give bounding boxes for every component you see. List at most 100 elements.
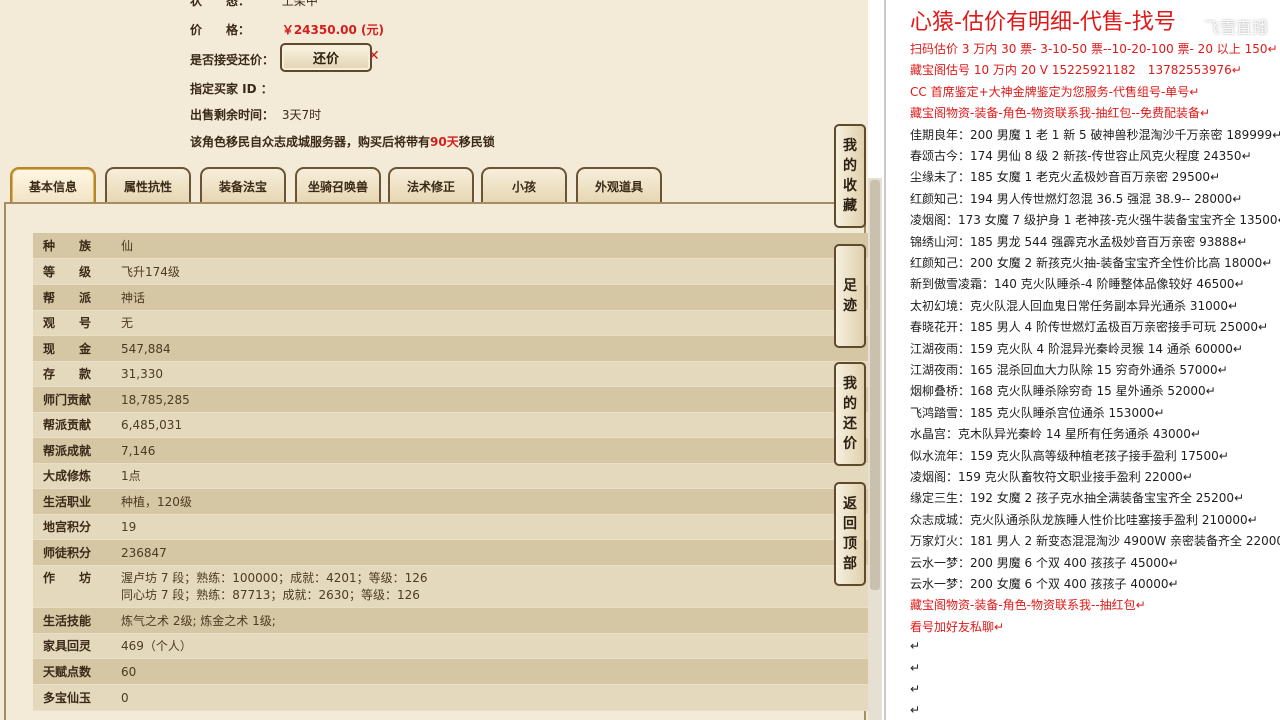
tab-children[interactable]: 小孩 (481, 167, 567, 203)
attr-row-cash: 现 金 547,884 (33, 336, 868, 362)
attr-key: 观 号 (43, 316, 92, 330)
notes-line: 锦绣山河：185 男龙 544 强霹克水孟极妙音百万亲密 93888↵ (910, 234, 1248, 249)
attr-value: 236847 (121, 546, 167, 560)
attr-value: 547,884 (121, 342, 171, 356)
attr-row-cultivation: 大成修炼 1点 (33, 464, 868, 489)
attr-key: 大成修炼 (43, 469, 92, 483)
status-label: 状 态： (190, 0, 251, 8)
notes-line: 尘缘未了：185 女魔 1 老克火孟极妙音百万亲密 29500↵ (910, 170, 1221, 185)
footprint-button[interactable]: 足 迹 (834, 244, 866, 348)
counter-offer-label: 是否接受还价： (190, 53, 275, 67)
notes-line: 凌烟阁：159 克火队畜牧符文职业接手盈利 22000↵ (910, 470, 1193, 484)
attr-value: 渥卢坊 7 段；熟练：100000；成就：4201；等级：126 同心坊 7 段… (121, 570, 428, 604)
notes-line: CC 首席鉴定+大神金牌鉴定为您服务-代售组号-单号↵ (910, 84, 1200, 99)
workshop-line-1: 渥卢坊 7 段；熟练：100000；成就：4201；等级：126 (121, 571, 428, 585)
tab-appearance[interactable]: 外观道具 (576, 167, 662, 203)
attr-row-workshop: 作 坊 渥卢坊 7 段；熟练：100000；成就：4201；等级：126 同心坊… (33, 566, 868, 608)
attr-row-furniture: 家具回灵 469（个人） (33, 634, 868, 659)
attr-row-race: 种 族 仙 (33, 233, 868, 259)
notes-line: 凌烟阁：173 女魔 7 级护身 1 老神孩-克火强牛装备宝宝齐全 13500↵ (910, 213, 1280, 228)
tab-mounts-pets[interactable]: 坐骑召唤兽 (295, 167, 381, 203)
attr-value: 7,146 (121, 444, 156, 458)
notes-line: 众志成城：克火队通杀队龙族睡人性价比哇塞接手盈利 210000↵ (910, 512, 1258, 527)
attr-row-life-skills: 生活技能 炼气之术 2级; 炼金之术 1级; (33, 608, 868, 634)
notes-header: 心猿-估价有明细-代售-找号 (910, 10, 1176, 35)
attr-key: 生活技能 (43, 614, 92, 628)
attr-key: 地宫积分 (43, 520, 92, 534)
buyer-row: 指定买家 ID ： (190, 80, 278, 97)
attr-value: 18,785,285 (121, 393, 190, 407)
notes-line: 江湖夜雨：165 混杀回血大力队除 15 穷奇外通杀 57000↵ (910, 363, 1228, 377)
attr-row-faction: 帮 派 神话 (33, 285, 868, 311)
notes-line: ↵ (910, 682, 921, 696)
attr-value: 无 (121, 316, 134, 330)
attr-value: 仙 (121, 239, 134, 253)
attr-key: 种 族 (43, 239, 92, 253)
attr-key: 师徒积分 (43, 546, 92, 560)
migration-notice: 该角色移民自众志成城服务器，购买后将带有90天移民锁 (190, 133, 495, 150)
attr-row-life-job: 生活职业 种植，120级 (33, 489, 868, 515)
attr-key: 作 坊 (43, 571, 92, 585)
attr-value: 6,485,031 (121, 418, 183, 432)
notes-line: ↵ (910, 660, 921, 675)
scrollbar-thumb[interactable] (870, 180, 880, 590)
attr-key: 师门贡献 (43, 393, 92, 407)
attr-value: 0 (121, 691, 129, 705)
attr-row-palace-points: 地宫积分 19 (33, 515, 868, 540)
attr-row-title: 观 号 无 (33, 311, 868, 336)
attributes-table: 种 族 仙 等 级 飞升174级 帮 派 神话 观 号 无 现 金 547,88… (33, 233, 868, 711)
attr-value: 60 (121, 665, 137, 679)
notes-line: 扫码估价 3 万内 30 票- 3-10-50 票--10-20-100 票- … (910, 42, 1278, 56)
game-listing-panel: 状 态： 上架中 价 格： ￥24350.00 (元) 是否接受还价： 还价 ✕… (0, 0, 868, 720)
attr-key: 帮派成就 (43, 444, 92, 458)
tab-equipment[interactable]: 装备法宝 (200, 167, 286, 203)
tab-basic-info[interactable]: 基本信息 (10, 167, 96, 203)
my-favorites-button[interactable]: 我 的 收 藏 (834, 124, 866, 228)
migration-days: 90天 (430, 135, 459, 149)
notes-line: 春颂古今：174 男仙 8 级 2 新孩-传世容止风克火程度 24350↵ (910, 149, 1252, 163)
counter-offer-row: 是否接受还价： (190, 51, 278, 68)
notes-line: 红颜知己：200 女魔 2 新孩克火抽-装备宝宝齐全性价比高 18000↵ (910, 256, 1273, 270)
tab-attributes[interactable]: 属性抗性 (105, 167, 191, 203)
notes-line: 似水流年：159 克火队高等级种植老孩子接手盈利 17500↵ (910, 448, 1229, 463)
notes-line: 飞鸿踏雪：185 克火队睡杀宫位通杀 153000↵ (910, 405, 1165, 420)
notes-line: 水晶宫：克木队异光秦岭 14 星所有任务通杀 43000↵ (910, 427, 1201, 442)
migration-prefix: 该角色移民自众志成城服务器，购买后将带有 (190, 135, 431, 149)
notes-line: 新到傲雪凌霜：140 克火队睡杀-4 阶睡整体品像较好 46500↵ (910, 277, 1245, 292)
notes-line: 藏宝阁物资-装备-角色-物资联系我--抽红包↵ (910, 598, 1146, 613)
migration-suffix: 移民锁 (458, 135, 495, 149)
notes-line: 缘定三生：192 女魔 2 孩子克水抽全满装备宝宝齐全 25200↵ (910, 491, 1245, 506)
price-row: 价 格： ￥24350.00 (元) (190, 21, 384, 38)
attr-value: 神话 (121, 291, 146, 305)
notes-line: 看号加好友私聊↵ (910, 619, 1005, 634)
notes-line: 藏宝阁估号 10 万内 20 V 15225921182 13782553976… (910, 63, 1242, 78)
counter-offer-button[interactable]: 还价 (280, 43, 372, 72)
attr-key: 存 款 (43, 367, 92, 381)
close-icon[interactable]: ✕ (368, 48, 380, 64)
notes-panel: 心猿-估价有明细-代售-找号 飞雪直播 扫码估价 3 万内 30 票- 3-10… (884, 0, 1280, 720)
notes-line: 江湖夜雨：159 克火队 4 阶混异光秦岭灵猴 14 通杀 60000↵ (910, 341, 1243, 356)
notes-line: 烟柳叠桥：168 克火队睡杀除穷奇 15 星外通杀 52000↵ (910, 384, 1216, 399)
notes-line: 太初幻境：克火队混人回血鬼日常任务副本异光通杀 31000↵ (910, 298, 1239, 313)
status-row: 状 态： 上架中 (190, 0, 318, 9)
attr-key: 帮派贡献 (43, 418, 92, 432)
attr-row-jade: 多宝仙玉 0 (33, 685, 868, 711)
my-counter-offers-button[interactable]: 我 的 还 价 (834, 362, 866, 466)
tab-spell-mods[interactable]: 法术修正 (388, 167, 474, 203)
back-to-top-button[interactable]: 返 回 顶 部 (834, 482, 866, 586)
price-value: ￥24350.00 (元) (281, 23, 384, 37)
remaining-label: 出售剩余时间： (190, 108, 275, 122)
attr-key: 家具回灵 (43, 639, 92, 653)
attr-value: 炼气之术 2级; 炼金之术 1级; (121, 614, 276, 628)
stream-watermark: 飞雪直播 (1203, 18, 1268, 37)
notes-line: 万家灯火：181 男人 2 新变态混混淘沙 4900W 亲密装备齐全 22000… (910, 534, 1280, 549)
attr-row-faction-contrib: 帮派贡献 6,485,031 (33, 413, 868, 438)
attr-key: 天赋点数 (43, 665, 92, 679)
attr-value: 种植，120级 (121, 495, 192, 509)
attr-key: 帮 派 (43, 291, 92, 305)
workshop-line-2: 同心坊 7 段；熟练：87713；成就：2630；等级：126 (121, 588, 420, 602)
remaining-row: 出售剩余时间： 3天7时 (190, 106, 321, 123)
attr-key: 等 级 (43, 265, 92, 279)
notes-line: 云水一梦：200 女魔 6 个双 400 孩孩子 40000↵ (910, 577, 1179, 591)
attr-row-school-contrib: 师门贡献 18,785,285 (33, 387, 868, 413)
